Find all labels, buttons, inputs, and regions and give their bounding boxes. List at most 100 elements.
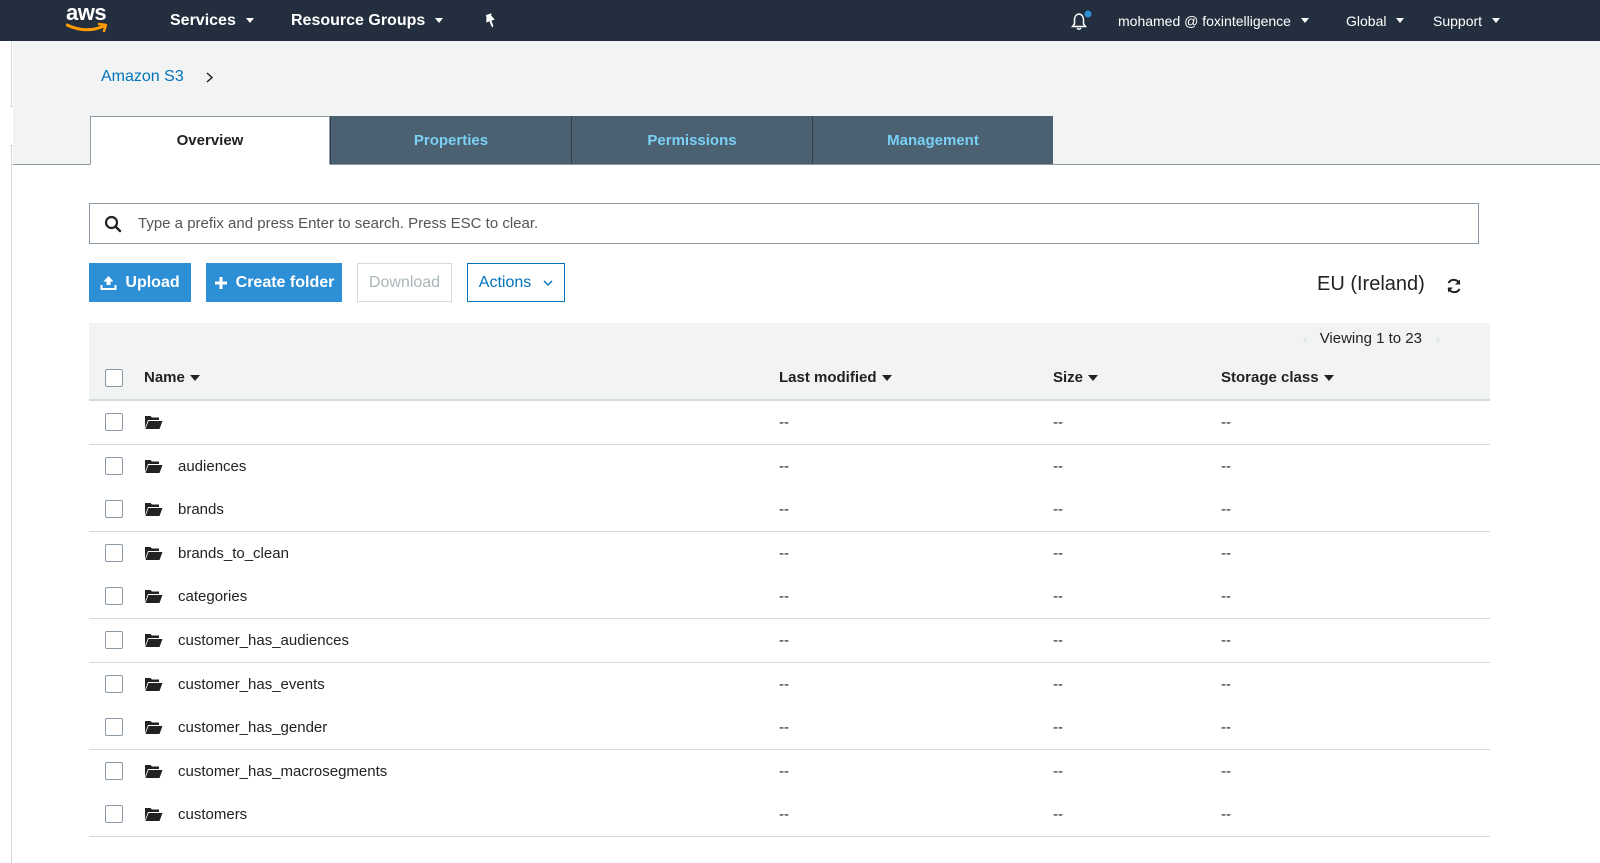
region-menu-label: Global [1346, 12, 1387, 29]
size-cell: -- [1053, 544, 1063, 562]
tab-properties[interactable]: Properties [330, 116, 571, 164]
size-cell: -- [1053, 632, 1063, 649]
folder-name-link[interactable]: customer_has_macrosegments [178, 763, 387, 780]
region-menu[interactable]: Global [1346, 0, 1405, 41]
table-row: audiences -- -- -- [89, 444, 1490, 489]
folder-name-link[interactable]: categories [178, 588, 247, 605]
pagination-text: Viewing 1 to 23 [1319, 330, 1422, 347]
aws-smile-icon [66, 22, 108, 33]
row-checkbox[interactable] [105, 500, 123, 519]
size-cell: -- [1053, 675, 1063, 693]
storage-class-cell: -- [1221, 632, 1231, 649]
storage-class-cell: -- [1221, 414, 1231, 431]
folder-open-icon [145, 677, 163, 691]
previous-page-icon[interactable]: ‹ [1303, 332, 1307, 346]
storage-class-cell: -- [1221, 806, 1231, 824]
row-checkbox[interactable] [105, 805, 123, 824]
bucket-region-label: EU (Ireland) [1317, 273, 1425, 295]
folder-open-icon [145, 459, 163, 473]
row-checkbox[interactable] [105, 631, 123, 649]
last-modified-cell: -- [779, 632, 789, 649]
table-row: customer_has_events -- -- -- [89, 662, 1490, 707]
chevron-down-icon [1300, 18, 1309, 23]
table-row: categories -- -- -- [89, 575, 1490, 620]
sort-icon [1088, 374, 1099, 381]
bell-icon [1070, 10, 1092, 30]
last-modified-cell: -- [779, 588, 789, 606]
size-cell: -- [1053, 762, 1063, 780]
column-storage-class[interactable]: Storage class [1221, 369, 1334, 386]
folder-name-link[interactable]: brands [178, 501, 224, 518]
storage-class-cell: -- [1221, 762, 1231, 780]
table-row: brands -- -- -- [89, 488, 1490, 533]
tab-overview[interactable]: Overview [90, 116, 330, 165]
top-navigation-bar: aws Services Resource Groups mohamed @ f… [0, 0, 1600, 41]
services-label: Services [170, 11, 236, 29]
search-input[interactable] [138, 215, 1438, 232]
last-modified-cell: -- [779, 719, 789, 737]
notifications-button[interactable] [1070, 0, 1092, 41]
support-label: Support [1433, 12, 1483, 29]
search-icon [104, 215, 122, 232]
row-checkbox[interactable] [105, 718, 123, 737]
table-row: customer_has_macrosegments -- -- -- [89, 749, 1490, 794]
next-page-icon[interactable]: › [1436, 332, 1440, 346]
row-checkbox[interactable] [105, 761, 123, 780]
aws-logo-text: aws [66, 0, 107, 25]
chevron-down-icon [543, 280, 553, 286]
column-last-modified[interactable]: Last modified [779, 369, 892, 386]
tab-permissions[interactable]: Permissions [571, 116, 812, 164]
last-modified-cell: -- [779, 501, 789, 519]
column-storage-class-label: Storage class [1221, 369, 1319, 386]
select-all-checkbox[interactable] [105, 369, 123, 387]
folder-name-link[interactable]: audiences [178, 458, 246, 475]
folder-open-icon [145, 503, 163, 517]
row-checkbox[interactable] [105, 456, 123, 475]
breadcrumb-amazon-s3[interactable]: Amazon S3 [101, 68, 184, 86]
refresh-icon[interactable] [1445, 277, 1463, 295]
pin-button[interactable] [483, 0, 498, 41]
last-modified-cell: -- [779, 457, 789, 475]
table-row: -- -- -- [89, 401, 1490, 445]
row-checkbox[interactable] [105, 413, 123, 431]
last-modified-cell: -- [779, 414, 789, 431]
chevron-down-icon [435, 18, 444, 23]
folder-name-link[interactable]: brands_to_clean [178, 545, 289, 562]
row-checkbox[interactable] [105, 543, 123, 562]
row-checkbox[interactable] [105, 674, 123, 693]
column-name[interactable]: Name [144, 369, 200, 386]
actions-label: Actions [478, 273, 532, 291]
pin-icon [485, 12, 495, 28]
column-last-modified-label: Last modified [779, 369, 877, 386]
sort-icon [881, 374, 892, 381]
folder-name-link[interactable]: customers [178, 806, 247, 823]
column-size[interactable]: Size [1053, 369, 1099, 386]
upload-label: Upload [125, 273, 180, 291]
storage-class-cell: -- [1221, 501, 1231, 519]
tab-bar: Overview Properties Permissions Manageme… [90, 116, 1053, 165]
download-button[interactable]: Download [357, 263, 452, 302]
size-cell: -- [1053, 457, 1063, 475]
create-folder-label: Create folder [235, 273, 335, 291]
create-folder-button[interactable]: Create folder [206, 263, 342, 302]
support-menu[interactable]: Support [1433, 0, 1501, 41]
resource-groups-menu[interactable]: Resource Groups [291, 0, 444, 41]
table-row: customers -- -- -- [89, 793, 1490, 838]
folder-name-link[interactable]: customer_has_audiences [178, 632, 349, 649]
row-checkbox[interactable] [105, 587, 123, 606]
folder-open-icon [145, 634, 163, 647]
resource-groups-label: Resource Groups [291, 11, 426, 29]
search-box [89, 203, 1479, 244]
tab-management[interactable]: Management [812, 116, 1053, 164]
folder-name-link[interactable]: customer_has_gender [178, 719, 327, 736]
table-row: customer_has_gender -- -- -- [89, 706, 1490, 751]
aws-logo[interactable]: aws [66, 2, 114, 38]
folder-name-link[interactable]: customer_has_events [178, 676, 325, 693]
actions-dropdown[interactable]: Actions [467, 263, 565, 302]
size-cell: -- [1053, 719, 1063, 737]
folder-open-icon [145, 808, 163, 822]
upload-button[interactable]: Upload [89, 263, 191, 302]
services-menu[interactable]: Services [170, 0, 254, 41]
chevron-down-icon [1396, 18, 1405, 23]
account-menu[interactable]: mohamed @ foxintelligence [1118, 0, 1309, 41]
